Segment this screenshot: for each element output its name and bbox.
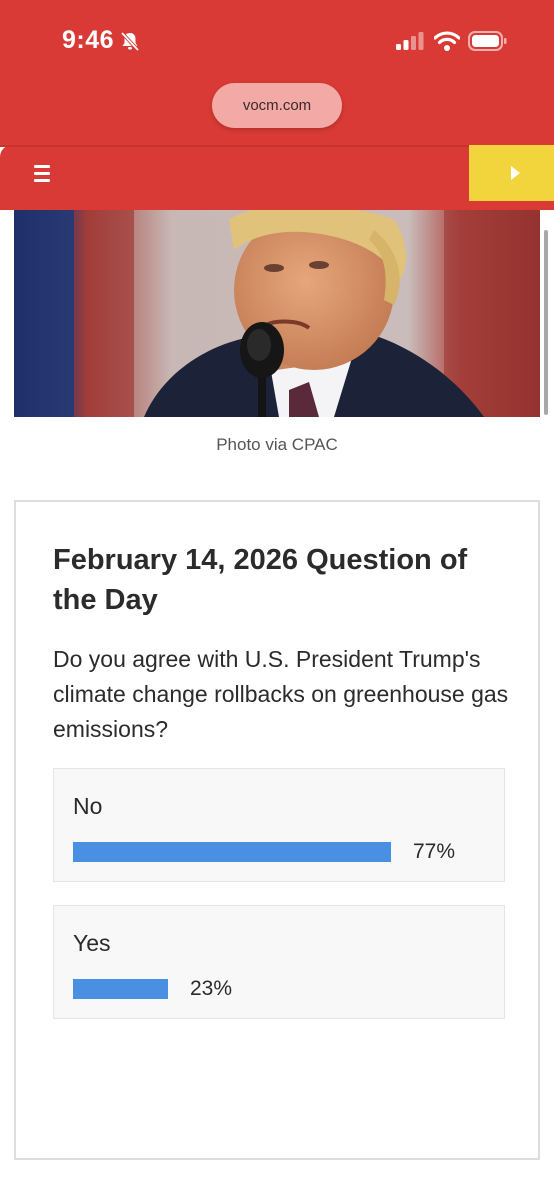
- scrollbar-thumb[interactable]: [544, 230, 548, 415]
- site-header: [0, 145, 554, 210]
- poll-option-label: No: [73, 793, 103, 819]
- listen-live-button[interactable]: [469, 145, 554, 201]
- poll-card: February 14, 2026 Question of the Day Do…: [14, 500, 540, 1160]
- article-photo-illustration: [14, 210, 540, 417]
- battery-icon: [468, 31, 507, 51]
- poll-result-bar: [73, 979, 168, 999]
- poll-option-no[interactable]: No 77%: [53, 768, 505, 882]
- bell-slash-icon: [120, 31, 140, 52]
- status-time: 9:46: [62, 26, 115, 54]
- signal-icon: [396, 32, 424, 50]
- poll-option-label: Yes: [73, 930, 111, 956]
- poll-result-percent: 23%: [190, 977, 233, 1000]
- hamburger-menu-icon[interactable]: [32, 165, 52, 183]
- poll-question: Do you agree with U.S. President Trump's…: [53, 646, 509, 742]
- photo-caption: Photo via CPAC: [216, 435, 338, 454]
- wifi-icon: [434, 31, 460, 51]
- article-photo: [14, 210, 540, 417]
- poll-result-percent: 77%: [413, 840, 456, 863]
- poll-result-bar: [73, 842, 391, 862]
- poll-option-yes[interactable]: Yes 23%: [53, 905, 505, 1019]
- url-bar[interactable]: vocm.com: [212, 83, 342, 128]
- poll-title: February 14, 2026 Question of the Day: [53, 544, 468, 616]
- browser-top-bar: 9:46 vocm.com: [0, 0, 554, 145]
- play-icon: [511, 166, 520, 180]
